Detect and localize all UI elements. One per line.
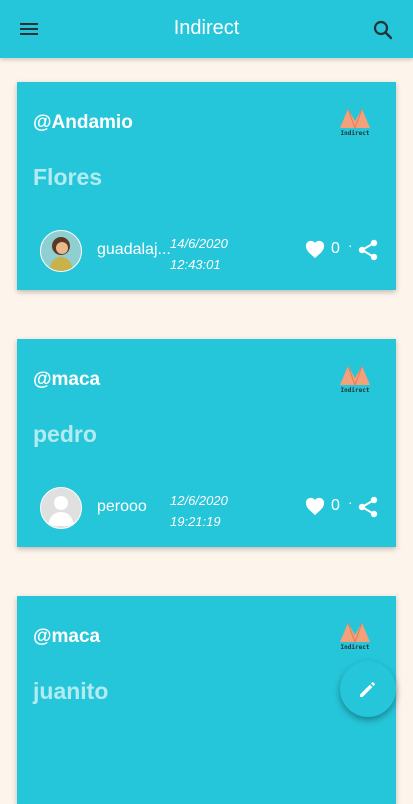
brand-logo: Indirect	[338, 106, 372, 138]
share-icon[interactable]	[358, 239, 378, 261]
brand-logo: Indirect	[338, 363, 372, 395]
app-title: Indirect	[173, 17, 240, 39]
brand-logo-text: Indirect	[340, 130, 370, 137]
brand-logo-text: Indirect	[340, 387, 370, 394]
post-date: 12/6/2020	[170, 493, 228, 508]
post-author[interactable]: @Andamio	[33, 112, 133, 134]
post-username[interactable]: guadalaj...	[97, 241, 173, 259]
compose-fab[interactable]	[340, 661, 396, 717]
post-card[interactable]: @maca Indirect pedro perooo 12/6/2020 19…	[17, 339, 396, 547]
post-author[interactable]: @maca	[33, 369, 100, 391]
heart-icon[interactable]	[304, 239, 326, 259]
separator-dot: ·	[348, 494, 353, 510]
post-time: 19:21:19	[170, 514, 221, 529]
post-card[interactable]: @maca Indirect juanito	[17, 596, 396, 804]
edit-pencil-icon	[360, 682, 375, 697]
post-author[interactable]: @maca	[33, 626, 100, 648]
post-title[interactable]: Flores	[33, 164, 102, 191]
post-username[interactable]: perooo	[97, 498, 173, 516]
avatar-placeholder[interactable]	[40, 487, 82, 529]
post-timestamp: 12/6/2020 19:21:19	[170, 490, 228, 532]
post-timestamp: 14/6/2020 12:43:01	[170, 233, 228, 275]
post-card[interactable]: @Andamio Indirect Flores guadalaj... 14/…	[17, 82, 396, 290]
post-time: 12:43:01	[170, 257, 221, 272]
avatar[interactable]	[40, 230, 82, 272]
brand-logo: Indirect	[338, 620, 372, 652]
brand-logo-text: Indirect	[340, 644, 370, 651]
app-bar: Indirect	[0, 0, 413, 58]
like-count: 0	[331, 240, 340, 257]
separator-dot: ·	[348, 237, 353, 253]
like-count: 0	[331, 497, 340, 514]
post-date: 14/6/2020	[170, 236, 228, 251]
share-icon[interactable]	[358, 496, 378, 518]
post-title[interactable]: pedro	[33, 421, 97, 448]
heart-icon[interactable]	[304, 496, 326, 516]
search-icon[interactable]	[371, 18, 395, 42]
post-title[interactable]: juanito	[33, 678, 108, 705]
